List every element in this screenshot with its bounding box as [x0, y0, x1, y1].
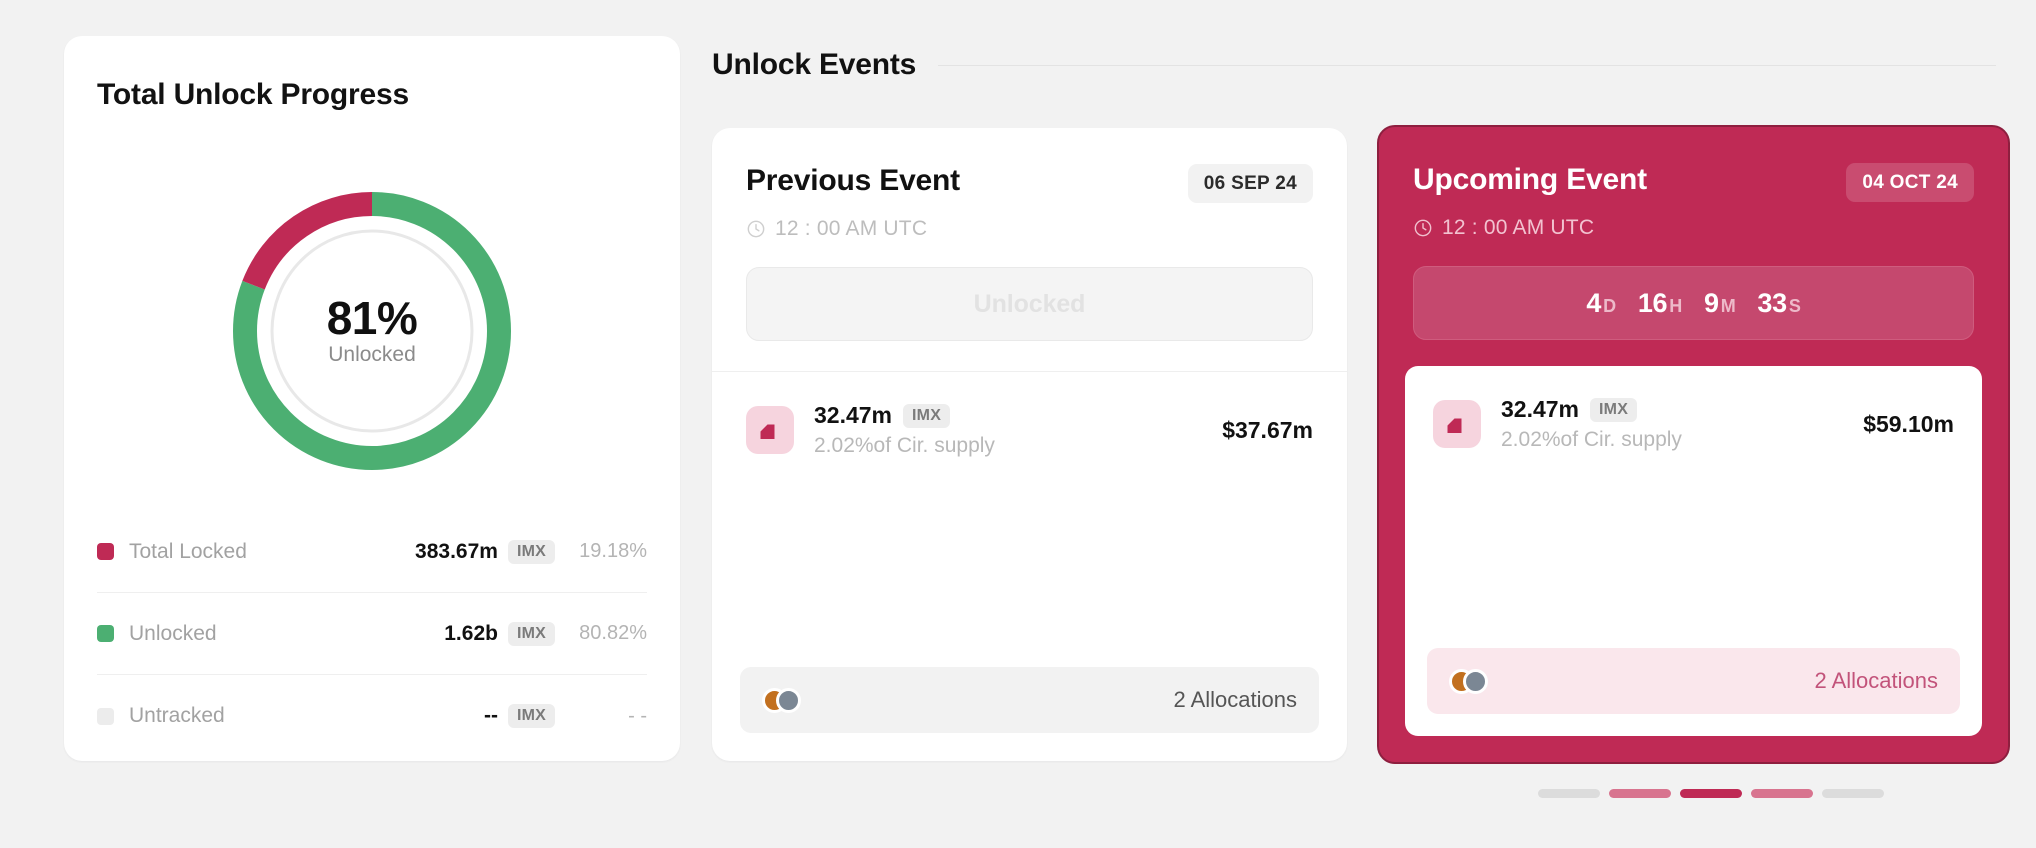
- total-unlock-progress-card: Total Unlock Progress 81% Unlocked Total…: [64, 36, 680, 761]
- upcoming-event-header: Upcoming Event 04 OCT 24 12 : 00 AM UTC: [1379, 127, 2008, 240]
- legend-value-total-locked: 383.67m: [415, 539, 498, 563]
- unlocked-status-button[interactable]: Unlocked: [746, 267, 1313, 341]
- previous-event-token-chip: IMX: [903, 403, 951, 428]
- donut-center-labels: 81% Unlocked: [229, 188, 515, 474]
- carousel-pagination[interactable]: [1538, 789, 1884, 798]
- countdown-minutes: 9M: [1703, 287, 1736, 318]
- allocation-avatars: [762, 687, 801, 713]
- previous-event-header: Previous Event 06 SEP 24 12 : 00 AM UTC: [712, 128, 1347, 241]
- upcoming-event-time: 12 : 00 AM UTC: [1413, 216, 1974, 240]
- upcoming-event-time-label: 12 : 00 AM UTC: [1442, 216, 1595, 239]
- imx-logo-glyph-icon: [760, 424, 775, 439]
- upcoming-event-token-usd: $59.10m: [1863, 410, 1954, 437]
- previous-event-time-label: 12 : 00 AM UTC: [775, 217, 928, 240]
- previous-event-token-row: 32.47m IMX 2.02%of Cir. supply $37.67m: [712, 372, 1347, 458]
- upcoming-event-date-badge: 04 OCT 24: [1846, 163, 1974, 202]
- pagination-bar-3-active[interactable]: [1680, 789, 1742, 798]
- section-title: Unlock Events: [712, 48, 917, 81]
- legend-swatch-icon-total-locked: [97, 543, 114, 560]
- previous-event-allocations-label: 2 Allocations: [1173, 687, 1297, 712]
- unlock-progress-donut-chart: 81% Unlocked: [229, 188, 515, 474]
- pagination-bar-5[interactable]: [1822, 789, 1884, 798]
- upcoming-event-card[interactable]: Upcoming Event 04 OCT 24 12 : 00 AM UTC …: [1377, 125, 2010, 764]
- upcoming-event-allocations-label: 2 Allocations: [1814, 668, 1938, 693]
- countdown-timer: 4D 16 H 9M 33 S: [1413, 266, 1974, 340]
- countdown-days-unit: D: [1603, 295, 1616, 316]
- section-divider: [938, 64, 1996, 66]
- upcoming-event-token-supply: 2.02%of Cir. supply: [1501, 428, 1682, 451]
- legend-row-untracked: Untracked -- IMX - -: [97, 675, 647, 757]
- legend-swatch-icon-untracked: [97, 707, 114, 725]
- countdown-days: 4D: [1586, 287, 1616, 318]
- upcoming-event-body: 32.47m IMX 2.02%of Cir. supply $59.10m 2…: [1405, 366, 1982, 736]
- imx-logo-glyph-icon: [1447, 418, 1462, 433]
- upcoming-event-title: Upcoming Event: [1413, 163, 1647, 196]
- allocation-avatars: [1449, 668, 1488, 694]
- legend-percent-unlocked: 80.82%: [579, 622, 647, 644]
- legend-percent-total-locked: 19.18%: [579, 540, 647, 562]
- imx-token-icon: [746, 406, 794, 454]
- countdown-hours: 16 H: [1637, 287, 1682, 318]
- previous-event-card[interactable]: Previous Event 06 SEP 24 12 : 00 AM UTC …: [712, 128, 1347, 761]
- avatar: [1463, 668, 1488, 694]
- upcoming-event-token-row: 32.47m IMX 2.02%of Cir. supply $59.10m: [1405, 366, 1982, 452]
- legend-row-total-locked: Total Locked 383.67m IMX 19.18%: [97, 511, 647, 593]
- legend-chip-unlocked: IMX: [507, 621, 555, 646]
- pagination-bar-1[interactable]: [1538, 789, 1600, 798]
- legend-value-untracked: --: [483, 704, 498, 727]
- donut-percent-value: 81%: [326, 292, 418, 344]
- imx-token-icon: [1433, 400, 1481, 448]
- legend-value-unlocked: 1.62b: [444, 621, 498, 645]
- previous-event-date-badge: 06 SEP 24: [1187, 164, 1313, 203]
- upcoming-event-token-meta: 32.47m IMX 2.02%of Cir. supply: [1501, 396, 1863, 452]
- previous-event-token-supply: 2.02%of Cir. supply: [814, 434, 995, 457]
- previous-event-allocations-bar[interactable]: 2 Allocations: [740, 667, 1319, 733]
- previous-event-token-usd: $37.67m: [1222, 416, 1313, 443]
- unlock-dashboard: Total Unlock Progress 81% Unlocked Total…: [0, 0, 2036, 848]
- legend-label-untracked: Untracked: [129, 704, 225, 727]
- upcoming-event-token-chip: IMX: [1590, 397, 1638, 422]
- legend-chip-untracked: IMX: [507, 704, 555, 728]
- legend-percent-untracked: - -: [628, 704, 647, 727]
- pagination-bar-4[interactable]: [1751, 789, 1813, 798]
- countdown-seconds-unit: S: [1788, 295, 1801, 316]
- previous-event-title: Previous Event: [746, 164, 960, 197]
- legend-chip-total-locked: IMX: [507, 539, 555, 564]
- legend-row-unlocked: Unlocked 1.62b IMX 80.82%: [97, 593, 647, 675]
- previous-event-time: 12 : 00 AM UTC: [746, 217, 1313, 241]
- donut-percent-sublabel: Unlocked: [328, 343, 416, 366]
- clock-icon: [747, 220, 765, 238]
- pagination-bar-2[interactable]: [1609, 789, 1671, 798]
- page-title: Total Unlock Progress: [97, 78, 409, 111]
- clock-icon: [1414, 219, 1432, 237]
- unlock-events-section-header: Unlock Events: [712, 48, 1996, 82]
- legend-label-unlocked: Unlocked: [129, 621, 217, 645]
- upcoming-event-allocations-bar[interactable]: 2 Allocations: [1427, 648, 1960, 714]
- upcoming-event-token-amount: 32.47m: [1501, 396, 1580, 422]
- countdown-minutes-unit: M: [1720, 295, 1736, 316]
- countdown-hours-unit: H: [1669, 295, 1682, 316]
- previous-event-token-meta: 32.47m IMX 2.02%of Cir. supply: [814, 402, 1222, 458]
- previous-event-token-amount: 32.47m: [814, 402, 893, 428]
- legend-label-total-locked: Total Locked: [129, 539, 247, 563]
- progress-legend: Total Locked 383.67m IMX 19.18% Unlocked…: [97, 511, 647, 757]
- avatar: [776, 687, 801, 713]
- legend-swatch-icon-unlocked: [97, 625, 114, 642]
- countdown-seconds: 33 S: [1757, 287, 1801, 318]
